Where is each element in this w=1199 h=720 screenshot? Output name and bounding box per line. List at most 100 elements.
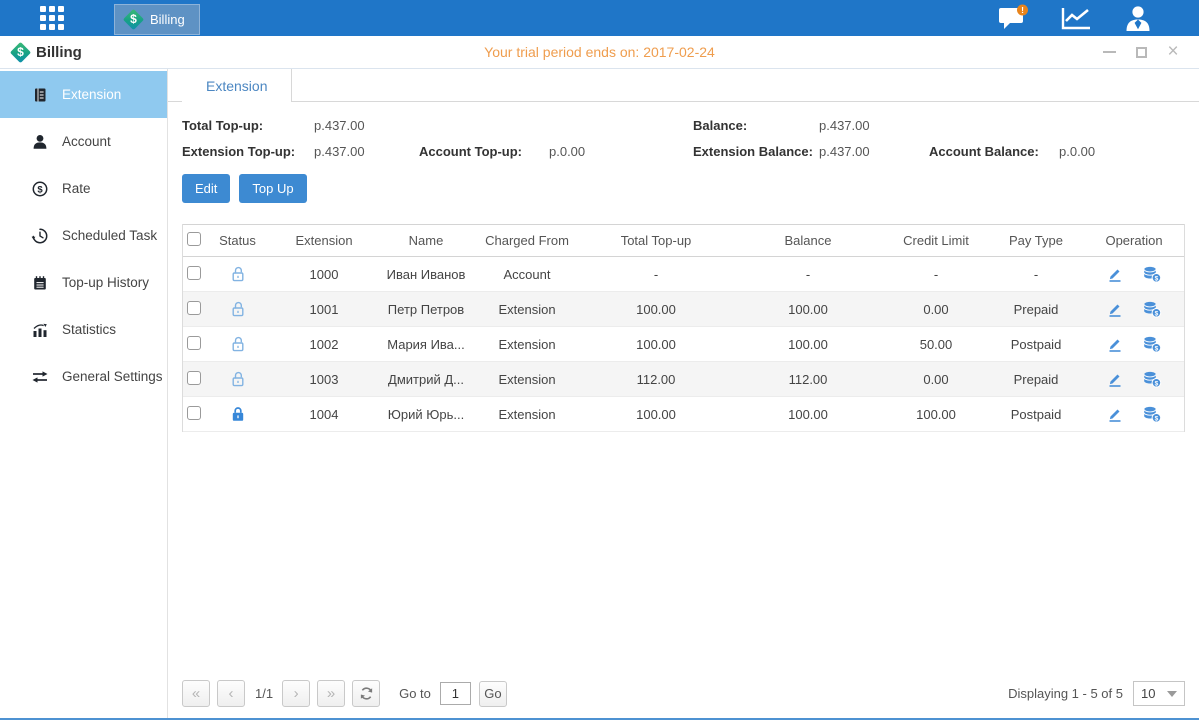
extensions-table: StatusExtensionNameCharged FromTotal Top… (182, 224, 1185, 432)
table-row[interactable]: 1003Дмитрий Д...Extension112.00112.000.0… (183, 362, 1184, 397)
extension-icon (31, 86, 49, 104)
rate-icon: $ (31, 180, 49, 198)
sidebar-item-label: General Settings (62, 369, 163, 384)
tab-extension[interactable]: Extension (182, 69, 292, 102)
close-button[interactable]: × (1165, 44, 1181, 60)
balance-cell: - (732, 257, 884, 292)
topup-icon[interactable]: $ (1142, 335, 1162, 353)
extension-balance-value: p.437.00 (819, 144, 929, 159)
top-taskbar: $ Billing ! (0, 0, 1199, 36)
minimize-button[interactable] (1101, 44, 1117, 60)
extension-cell: 1004 (270, 397, 378, 432)
messages-icon[interactable]: ! (997, 4, 1029, 32)
credit-limit-cell: 0.00 (884, 362, 988, 397)
sidebar-item-account[interactable]: Account (0, 118, 167, 165)
edit-icon[interactable] (1106, 265, 1124, 283)
user-icon[interactable] (1123, 4, 1153, 32)
taskbar-billing-tab[interactable]: $ Billing (114, 4, 200, 35)
balance-value: p.437.00 (819, 118, 929, 133)
chevron-down-icon (1167, 691, 1177, 697)
sidebar: Extension Account $Rate Scheduled Task Top-u… (0, 69, 168, 718)
trial-notice: Your trial period ends on: 2017-02-24 (0, 44, 1199, 60)
sidebar-item-top-up-history[interactable]: Top-up History (0, 259, 167, 306)
table-toolbar: Edit Top Up (182, 174, 1185, 203)
edit-icon[interactable] (1106, 335, 1124, 353)
extension-cell: 1000 (270, 257, 378, 292)
row-checkbox[interactable] (187, 301, 201, 315)
unlocked-icon (229, 300, 247, 318)
column-header-balance: Balance (732, 225, 884, 257)
topup-icon[interactable]: $ (1142, 300, 1162, 318)
unlocked-icon (229, 370, 247, 388)
select-all-checkbox[interactable] (187, 232, 201, 246)
apps-grid-icon[interactable] (32, 0, 72, 36)
displaying-text: Displaying 1 - 5 of 5 (1008, 686, 1123, 701)
topup-icon[interactable]: $ (1142, 370, 1162, 388)
row-checkbox[interactable] (187, 336, 201, 350)
table-row[interactable]: 1001Петр ПетровExtension100.00100.000.00… (183, 292, 1184, 327)
general-settings-icon (31, 368, 49, 386)
charged-from-cell: Account (474, 257, 580, 292)
edit-icon[interactable] (1106, 300, 1124, 318)
charged-from-cell: Extension (474, 292, 580, 327)
refresh-icon[interactable] (352, 680, 380, 707)
sidebar-item-label: Statistics (62, 322, 116, 337)
sidebar-item-label: Account (62, 134, 111, 149)
pay-type-cell: Prepaid (988, 292, 1084, 327)
total-topup-cell: - (580, 257, 732, 292)
balance-label: Balance: (693, 118, 819, 133)
page-size-select[interactable]: 10 (1133, 681, 1185, 706)
statistics-icon (31, 321, 49, 339)
sidebar-item-general-settings[interactable]: General Settings (0, 353, 167, 400)
prev-page-button[interactable]: ‹ (217, 680, 245, 707)
sidebar-item-label: Top-up History (62, 275, 149, 290)
credit-limit-cell: 0.00 (884, 292, 988, 327)
last-page-button[interactable]: » (317, 680, 345, 707)
main-content: Extension Total Top-up: p.437.00 Balance… (168, 69, 1199, 718)
window-titlebar: $ Billing Your trial period ends on: 201… (0, 36, 1199, 69)
sidebar-item-extension[interactable]: Extension (0, 71, 167, 118)
next-page-button[interactable]: › (282, 680, 310, 707)
credit-limit-cell: 100.00 (884, 397, 988, 432)
page-indicator: 1/1 (255, 686, 273, 701)
total-topup-label: Total Top-up: (182, 118, 314, 133)
charged-from-cell: Extension (474, 397, 580, 432)
svg-text:$: $ (1155, 275, 1159, 282)
column-header-extension: Extension (270, 225, 378, 257)
unlocked-icon (229, 265, 247, 283)
table-row[interactable]: 1000Иван ИвановAccount----$ (183, 257, 1184, 292)
pagination-bar: « ‹ 1/1 › » Go to Go Displaying (182, 680, 1185, 707)
row-checkbox[interactable] (187, 266, 201, 280)
sidebar-item-label: Extension (62, 87, 121, 102)
svg-text:$: $ (1155, 380, 1159, 387)
topup-icon[interactable]: $ (1142, 405, 1162, 423)
balance-cell: 100.00 (732, 327, 884, 362)
topup-button[interactable]: Top Up (239, 174, 306, 203)
go-button[interactable]: Go (479, 681, 507, 707)
column-header-total-top-up: Total Top-up (580, 225, 732, 257)
goto-page-input[interactable] (440, 682, 471, 705)
name-cell: Юрий Юрь... (378, 397, 474, 432)
sidebar-item-rate[interactable]: $Rate (0, 165, 167, 212)
topup-icon[interactable]: $ (1142, 265, 1162, 283)
maximize-button[interactable] (1133, 44, 1149, 60)
row-checkbox[interactable] (187, 406, 201, 420)
balance-cell: 112.00 (732, 362, 884, 397)
statistics-chart-icon[interactable] (1059, 4, 1093, 32)
account-balance-value: p.0.00 (1059, 144, 1185, 159)
balance-cell: 100.00 (732, 397, 884, 432)
edit-icon[interactable] (1106, 370, 1124, 388)
tab-bar: Extension (168, 69, 1199, 102)
sidebar-item-statistics[interactable]: Statistics (0, 306, 167, 353)
sidebar-item-scheduled-task[interactable]: Scheduled Task (0, 212, 167, 259)
svg-text:$: $ (1155, 415, 1159, 422)
row-checkbox[interactable] (187, 371, 201, 385)
total-topup-value: p.437.00 (314, 118, 419, 133)
table-row[interactable]: 1004Юрий Юрь...Extension100.00100.00100.… (183, 397, 1184, 432)
edit-button[interactable]: Edit (182, 174, 230, 203)
window-title: Billing (36, 44, 82, 61)
first-page-button[interactable]: « (182, 680, 210, 707)
table-row[interactable]: 1002Мария Ива...Extension100.00100.0050.… (183, 327, 1184, 362)
edit-icon[interactable] (1106, 405, 1124, 423)
sidebar-item-label: Scheduled Task (62, 228, 157, 243)
